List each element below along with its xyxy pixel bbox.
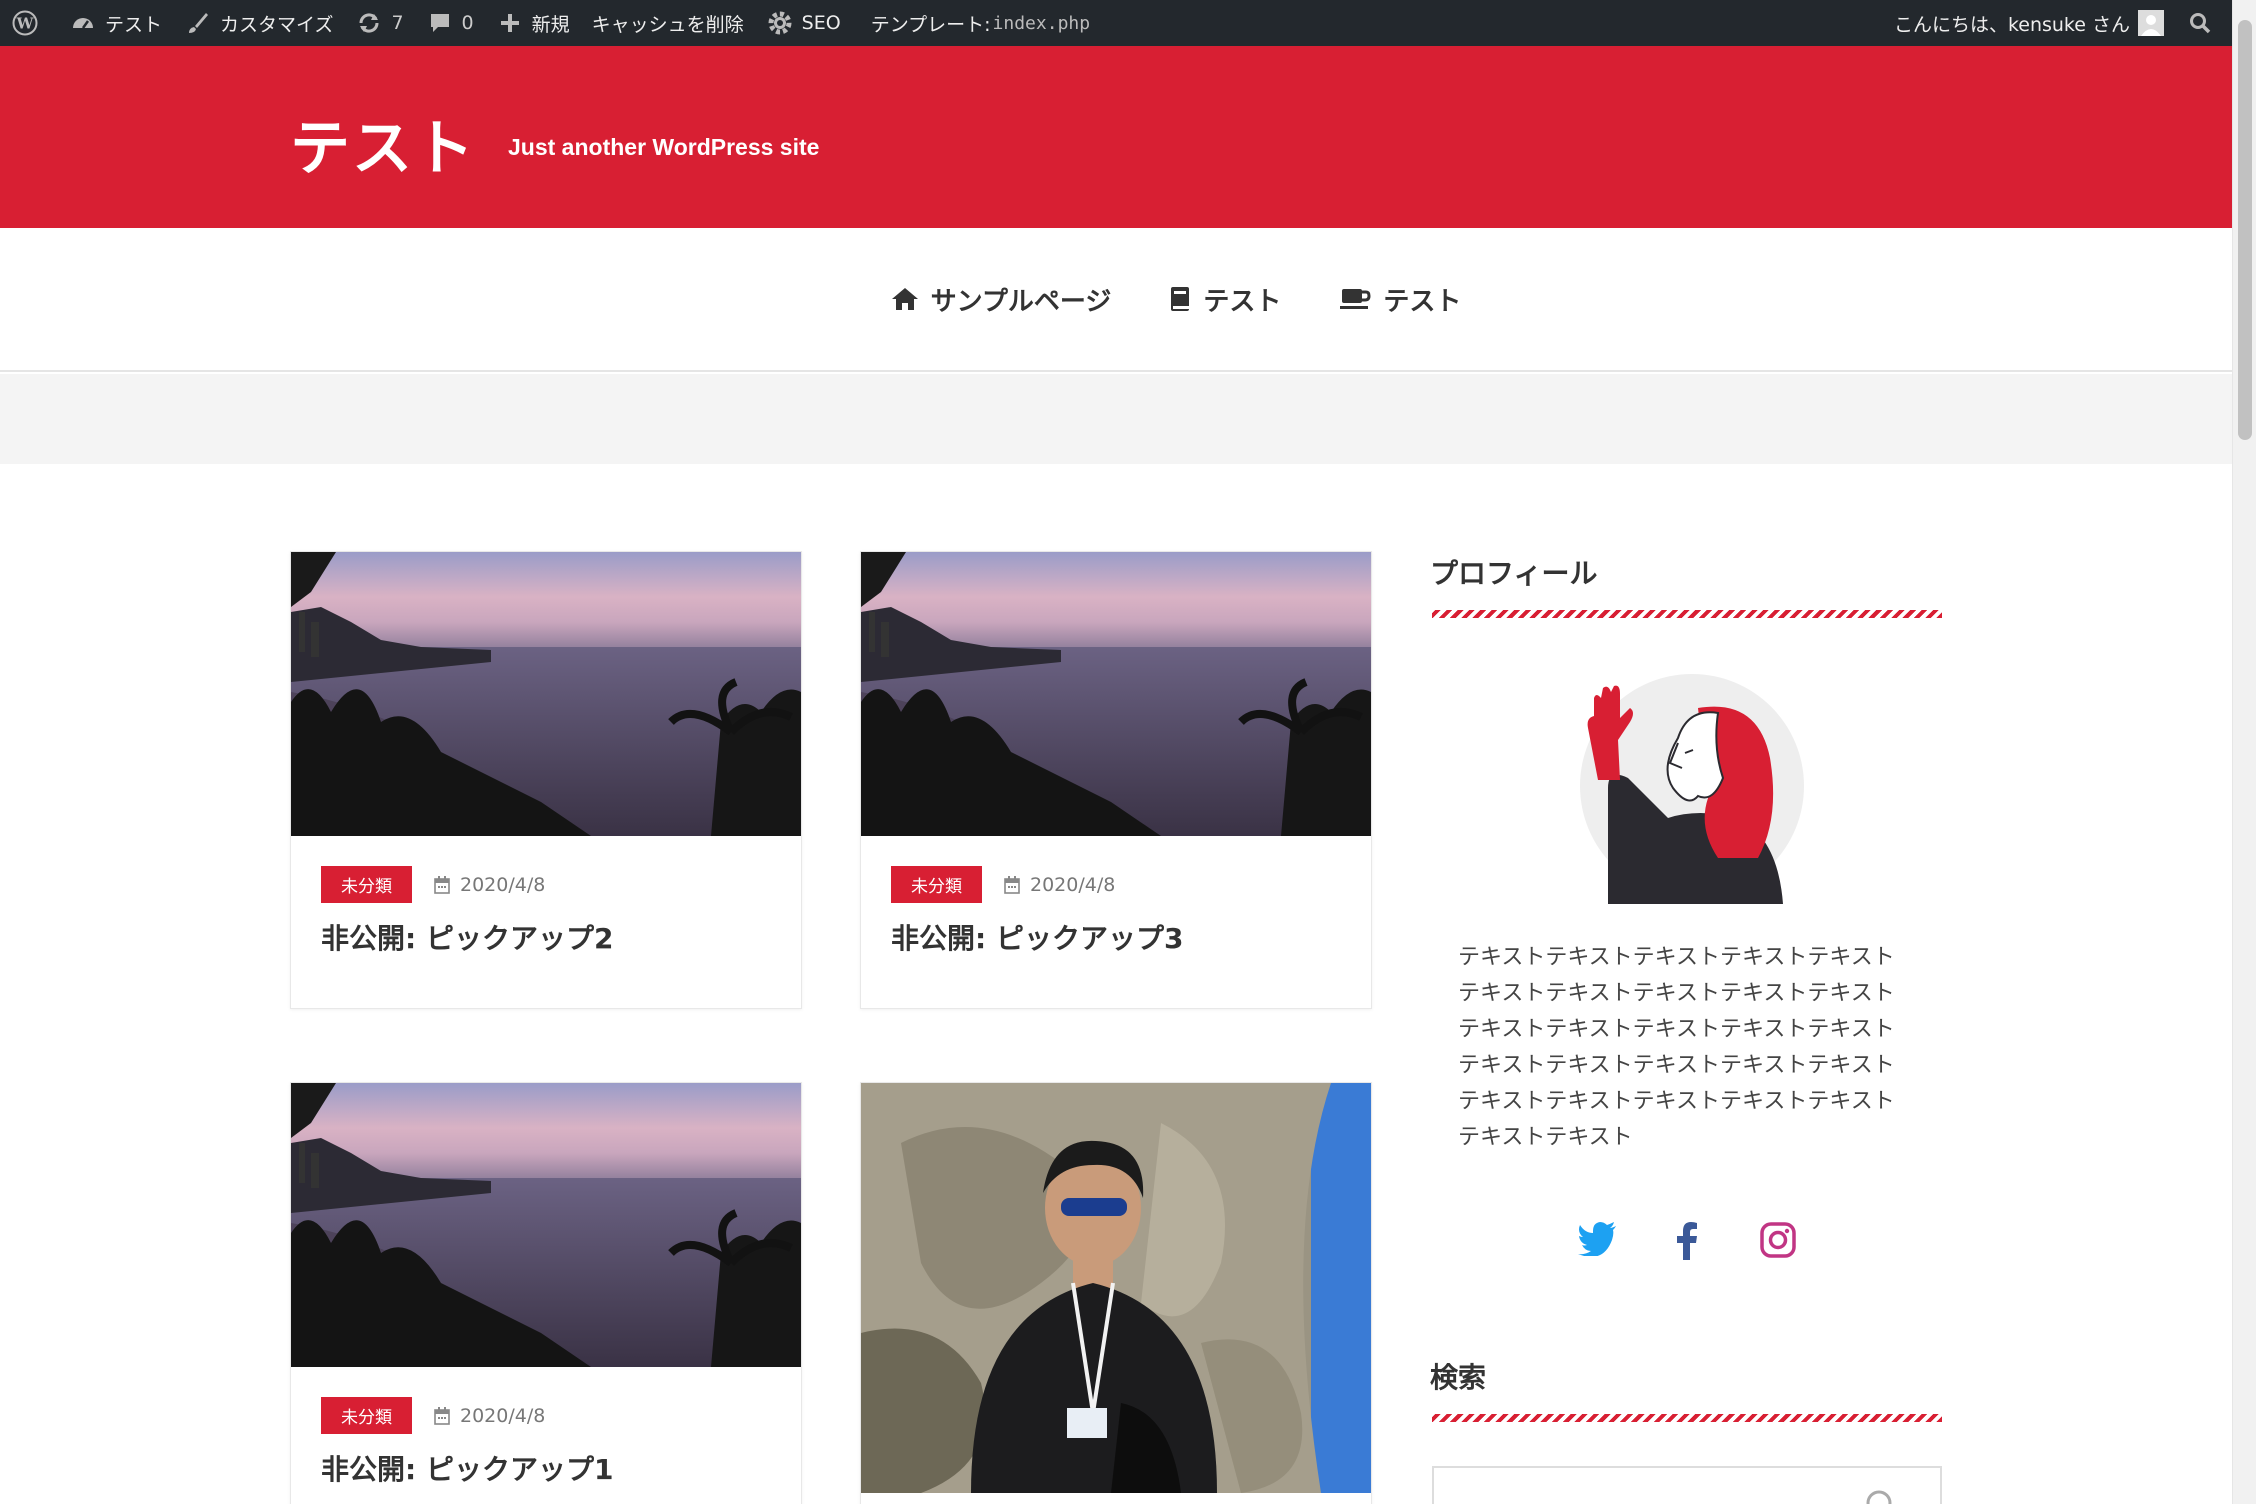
facebook-icon bbox=[1677, 1222, 1697, 1260]
post-date: 2020/4/8 bbox=[434, 1405, 545, 1427]
category-badge[interactable]: 未分類 bbox=[321, 866, 412, 903]
brush-icon bbox=[184, 9, 212, 37]
post-thumbnail[interactable] bbox=[291, 552, 801, 836]
instagram-link[interactable] bbox=[1760, 1222, 1796, 1258]
avatar bbox=[2138, 10, 2164, 36]
clear-cache-link[interactable]: キャッシュを削除 bbox=[581, 0, 755, 46]
comment-icon bbox=[426, 9, 454, 37]
customize-label: カスタマイズ bbox=[220, 13, 334, 36]
site-title[interactable]: テスト bbox=[290, 100, 476, 187]
coffee-icon bbox=[1339, 286, 1371, 312]
post-date-text: 2020/4/8 bbox=[460, 1404, 546, 1427]
search-icon bbox=[2186, 9, 2214, 37]
widget-title-underline bbox=[1432, 1414, 1942, 1422]
post-card[interactable]: 未分類 2020/4/8 非公開: ピックアップ3 bbox=[860, 551, 1372, 1009]
admin-site-name[interactable]: テスト bbox=[58, 0, 173, 46]
admin-bar-right: こんにちは、kensuke さん bbox=[1883, 0, 2256, 46]
profile-illustration bbox=[1548, 668, 1818, 908]
new-content-link[interactable]: 新規 bbox=[485, 0, 581, 46]
customize-link[interactable]: カスタマイズ bbox=[173, 0, 344, 46]
post-date: 2020/4/8 bbox=[1004, 874, 1115, 896]
home-icon bbox=[891, 286, 919, 312]
search-widget-title: 検索 bbox=[1430, 1361, 1487, 1394]
my-account-link[interactable]: こんにちは、kensuke さん bbox=[1883, 0, 2175, 46]
profile-text: テキストテキストテキストテキストテキストテキストテキストテキストテキストテキスト… bbox=[1458, 945, 1895, 1150]
twitter-icon bbox=[1578, 1222, 1616, 1256]
post-card[interactable]: 未分類 2020/4/8 非公開: ピックアップ1 bbox=[290, 1082, 802, 1504]
sidebar-search-input[interactable] bbox=[1432, 1466, 1942, 1504]
updates-link[interactable]: 7 bbox=[344, 0, 414, 46]
site-header: テスト Just another WordPress site bbox=[0, 46, 2232, 228]
wordpress-logo-button[interactable]: W bbox=[0, 0, 58, 46]
widget-title-underline bbox=[1432, 610, 1942, 618]
updates-count: 7 bbox=[391, 12, 404, 34]
template-label: テンプレート: bbox=[870, 13, 991, 36]
clear-cache-label: キャッシュを削除 bbox=[591, 13, 744, 36]
book-icon bbox=[1169, 286, 1191, 312]
category-badge[interactable]: 未分類 bbox=[891, 866, 982, 903]
category-badge[interactable]: 未分類 bbox=[321, 1397, 412, 1434]
seo-link[interactable]: SEO bbox=[755, 0, 852, 46]
calendar-icon bbox=[434, 1406, 450, 1425]
facebook-link[interactable] bbox=[1676, 1222, 1698, 1260]
site-description: Just another WordPress site bbox=[508, 134, 820, 160]
svg-text:W: W bbox=[16, 15, 35, 33]
nav-item-label: テスト bbox=[1203, 286, 1282, 317]
instagram-icon bbox=[1760, 1222, 1796, 1258]
wordpress-logo-icon: W bbox=[11, 9, 39, 37]
seo-label: SEO bbox=[801, 12, 841, 34]
template-file: index.php bbox=[992, 12, 1091, 34]
profile-widget-title: プロフィール bbox=[1430, 557, 1598, 590]
nav-item-label: テスト bbox=[1383, 286, 1462, 317]
post-title[interactable]: 非公開: ピックアップ2 bbox=[321, 917, 771, 957]
nav-item-label: サンプルページ bbox=[930, 286, 1112, 317]
post-date-text: 2020/4/8 bbox=[1030, 873, 1116, 896]
post-thumbnail[interactable] bbox=[861, 552, 1371, 836]
post-card[interactable]: 未分類 2020/4/8 非公開: ピックアップ2 bbox=[290, 551, 802, 1009]
calendar-icon bbox=[434, 875, 450, 894]
post-title[interactable]: 非公開: ピックアップ1 bbox=[321, 1448, 771, 1488]
nav-item-test-2[interactable]: テスト bbox=[1339, 281, 1461, 318]
page-scrollbar[interactable] bbox=[2232, 0, 2256, 1504]
post-thumbnail[interactable] bbox=[861, 1083, 1371, 1493]
twitter-link[interactable] bbox=[1578, 1222, 1618, 1256]
breadcrumb-band bbox=[0, 374, 2232, 464]
scrollbar-thumb[interactable] bbox=[2238, 20, 2252, 440]
template-info: テンプレート: index.php bbox=[860, 0, 1101, 46]
nav-item-sample-page[interactable]: サンプルページ bbox=[891, 281, 1112, 318]
global-nav: サンプルページ テスト テスト bbox=[0, 228, 2232, 372]
search-icon[interactable] bbox=[1864, 1488, 1900, 1504]
comments-link[interactable]: 0 bbox=[415, 0, 485, 46]
greeting-label: こんにちは、kensuke さん bbox=[1893, 13, 2130, 36]
post-thumbnail[interactable] bbox=[291, 1083, 801, 1367]
post-date-text: 2020/4/8 bbox=[460, 873, 546, 896]
dashboard-icon bbox=[69, 9, 97, 37]
calendar-icon bbox=[1004, 875, 1020, 894]
nav-item-test-1[interactable]: テスト bbox=[1169, 281, 1281, 318]
post-title[interactable]: 非公開: ピックアップ3 bbox=[891, 917, 1341, 957]
refresh-icon bbox=[355, 9, 383, 37]
post-date: 2020/4/8 bbox=[434, 874, 545, 896]
plus-icon bbox=[496, 9, 524, 37]
admin-bar: W テスト カスタマイズ 7 0 新規 キャッシュを削除 SEO テンプレート:… bbox=[0, 0, 2256, 46]
post-card[interactable] bbox=[860, 1082, 1372, 1504]
admin-site-name-label: テスト bbox=[105, 13, 163, 36]
comments-count: 0 bbox=[461, 12, 474, 34]
new-content-label: 新規 bbox=[531, 13, 570, 36]
gear-icon bbox=[766, 9, 794, 37]
